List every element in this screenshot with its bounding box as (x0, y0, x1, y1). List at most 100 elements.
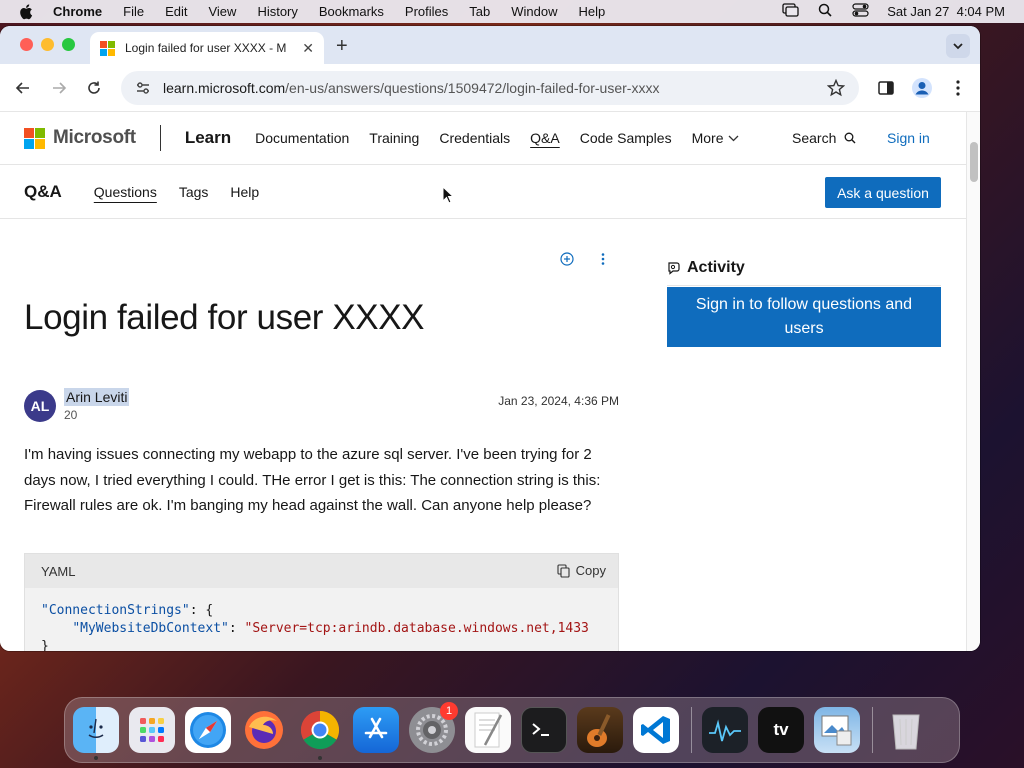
back-icon[interactable] (11, 76, 35, 100)
header-divider (159, 125, 161, 151)
activity-header: Activity (667, 250, 941, 286)
minimize-window-button[interactable] (41, 38, 54, 51)
app-store-icon[interactable] (353, 707, 399, 753)
menu-bookmarks[interactable]: Bookmarks (319, 4, 384, 19)
qa-title-link[interactable]: Q&A (24, 182, 62, 202)
running-indicator (94, 756, 98, 760)
menu-edit[interactable]: Edit (165, 4, 187, 19)
dock-separator (872, 707, 873, 753)
menu-app-name[interactable]: Chrome (53, 4, 102, 19)
chevron-down-icon (729, 135, 739, 142)
author-name-link[interactable]: Arin Leviti (64, 388, 130, 406)
dock-separator (691, 707, 692, 753)
textedit-icon[interactable] (465, 707, 511, 753)
firefox-icon[interactable] (241, 707, 287, 753)
nav-more-menu[interactable]: More (692, 130, 740, 146)
web-page: Microsoft Learn Documentation Training C… (0, 112, 966, 651)
question-actions (560, 252, 610, 266)
code-string: "Server=tcp:arindb.database.windows.net,… (244, 621, 589, 636)
qa-nav-questions[interactable]: Questions (94, 184, 157, 200)
learn-home-link[interactable]: Learn (185, 128, 231, 148)
menubar-clock[interactable]: Sat Jan 27 4:04 PM (887, 4, 1005, 19)
microsoft-logo-link[interactable]: Microsoft (24, 127, 136, 149)
qa-nav-help[interactable]: Help (230, 184, 259, 200)
microsoft-wordmark: Microsoft (53, 127, 136, 148)
mouse-cursor-icon (442, 186, 454, 204)
menu-view[interactable]: View (208, 4, 236, 19)
safari-icon[interactable] (185, 707, 231, 753)
code-key: "MyWebsiteDbContext" (72, 621, 229, 636)
menu-profiles[interactable]: Profiles (405, 4, 448, 19)
code-block-header: YAML Copy (25, 554, 618, 588)
profile-avatar-icon[interactable] (911, 77, 933, 99)
post-date: Jan 23, 2024, 4:36 PM (498, 394, 619, 408)
nav-qa[interactable]: Q&A (530, 130, 560, 146)
microsoft-logo-icon (24, 127, 45, 149)
screen-mirroring-icon[interactable] (782, 3, 799, 20)
bookmark-star-icon[interactable] (827, 79, 845, 97)
reload-icon[interactable] (82, 76, 106, 100)
close-window-button[interactable] (20, 38, 33, 51)
tab-title: Login failed for user XXXX - M (125, 41, 287, 55)
notification-badge: 1 (440, 702, 458, 720)
page-scrollbar[interactable] (966, 112, 980, 651)
menu-file[interactable]: File (123, 4, 144, 19)
chrome-icon[interactable] (297, 707, 343, 760)
add-follow-icon[interactable] (560, 252, 574, 266)
zoom-window-button[interactable] (62, 38, 75, 51)
system-settings-icon[interactable]: 1 (409, 702, 458, 753)
ask-question-button[interactable]: Ask a question (825, 177, 941, 208)
site-settings-icon[interactable] (135, 80, 151, 96)
site-search-button[interactable]: Search (792, 130, 856, 146)
terminal-icon[interactable] (521, 707, 567, 753)
preview-icon[interactable] (814, 707, 860, 753)
copy-code-button[interactable]: Copy (557, 563, 606, 578)
tab-search-icon[interactable] (946, 34, 970, 58)
spotlight-search-icon[interactable] (817, 3, 834, 20)
macos-dock: 1 tv (64, 697, 960, 763)
qa-nav-tags[interactable]: Tags (179, 184, 209, 200)
menu-help[interactable]: Help (579, 4, 606, 19)
new-tab-icon[interactable]: + (336, 35, 348, 58)
question-body: I'm having issues connecting my webapp t… (24, 446, 601, 514)
trash-icon[interactable] (883, 707, 929, 753)
browser-toolbar: learn.microsoft.com/en-us/answers/questi… (0, 64, 980, 112)
search-icon (844, 132, 856, 144)
qa-subnav: Q&A Questions Tags Help Ask a question (0, 165, 966, 219)
copy-icon (557, 563, 570, 578)
menu-history[interactable]: History (257, 4, 297, 19)
tab-close-icon[interactable]: ✕ (302, 40, 314, 57)
nav-documentation[interactable]: Documentation (255, 130, 349, 146)
menu-tab[interactable]: Tab (469, 4, 490, 19)
url-host: learn.microsoft.com (163, 80, 286, 96)
chrome-menu-icon[interactable] (947, 77, 969, 99)
sign-in-link[interactable]: Sign in (887, 130, 930, 146)
launchpad-icon[interactable] (129, 707, 175, 753)
menu-bar: Chrome File Edit View History Bookmarks … (0, 0, 1024, 23)
code-block: YAML Copy "ConnectionStrings": { "MyWebs… (24, 553, 619, 651)
nav-credentials[interactable]: Credentials (439, 130, 510, 146)
forward-icon[interactable] (47, 76, 71, 100)
address-bar[interactable]: learn.microsoft.com/en-us/answers/questi… (121, 71, 859, 105)
scrollbar-thumb[interactable] (970, 142, 978, 182)
finder-icon[interactable] (73, 707, 119, 760)
author-avatar[interactable]: AL (24, 390, 56, 422)
sign-in-to-follow-button[interactable]: Sign in to follow questions and users (667, 287, 941, 347)
control-center-icon[interactable] (852, 3, 869, 20)
nav-more-label: More (691, 130, 724, 146)
side-panel-icon[interactable] (875, 77, 897, 99)
apple-tv-icon[interactable]: tv (758, 707, 804, 753)
more-options-icon[interactable] (596, 252, 610, 266)
nav-code-samples[interactable]: Code Samples (580, 130, 672, 146)
window-controls (20, 38, 75, 51)
browser-tab-active[interactable]: Login failed for user XXXX - M ✕ (90, 32, 324, 64)
menu-window[interactable]: Window (511, 4, 557, 19)
url-path: /en-us/answers/questions/1509472/login-f… (285, 80, 660, 96)
apple-tv-glyph: tv (773, 720, 789, 739)
apple-icon[interactable] (19, 3, 39, 20)
nav-training[interactable]: Training (369, 130, 419, 146)
copy-code-label: Copy (575, 563, 606, 578)
activity-monitor-icon[interactable] (702, 707, 748, 753)
vscode-icon[interactable] (633, 707, 679, 753)
garageband-icon[interactable] (577, 707, 623, 753)
